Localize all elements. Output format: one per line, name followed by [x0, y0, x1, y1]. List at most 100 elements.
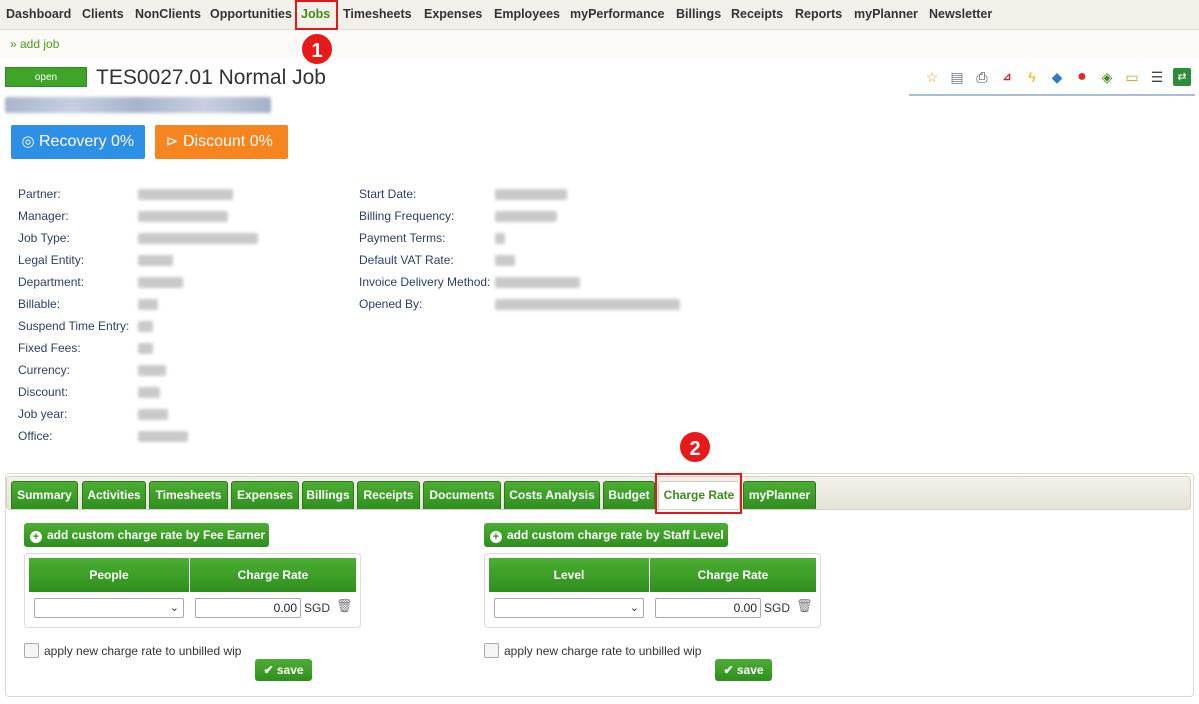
level-select[interactable]: ⌄: [494, 598, 644, 618]
staff-level-currency: SGD: [764, 601, 791, 615]
nav-opportunities[interactable]: Opportunities: [210, 7, 292, 21]
target-icon: ◎: [21, 133, 35, 150]
tab-timesheets[interactable]: Timesheets: [149, 481, 228, 509]
client-name-redacted: [5, 97, 271, 113]
col-level: Level: [489, 558, 649, 592]
label-discount: Discount:: [18, 385, 69, 399]
tab-budget[interactable]: Budget: [603, 481, 655, 509]
top-nav: Dashboard Clients NonClients Opportuniti…: [0, 0, 1199, 30]
label-manager: Manager:: [18, 209, 69, 223]
record-icon[interactable]: ●: [1073, 68, 1091, 86]
nav-receipts[interactable]: Receipts: [731, 7, 783, 21]
fee-earner-apply-checkbox[interactable]: [24, 643, 39, 658]
jobs-highlight-box: [295, 0, 338, 30]
label-fixed-fees: Fixed Fees:: [18, 341, 81, 355]
nav-billings[interactable]: Billings: [676, 7, 721, 21]
value-department-redacted: [138, 277, 183, 288]
save-label: save: [276, 663, 304, 677]
tab-costs-analysis[interactable]: Costs Analysis: [504, 481, 600, 509]
label-default-vat-rate: Default VAT Rate:: [359, 253, 454, 267]
label-payment-terms: Payment Terms:: [359, 231, 446, 245]
excel-icon[interactable]: ⇄: [1173, 68, 1191, 86]
nav-reports[interactable]: Reports: [795, 7, 842, 21]
nav-myperformance[interactable]: myPerformance: [570, 7, 665, 21]
staff-level-save-button[interactable]: ✔ save: [715, 659, 772, 681]
nav-expenses[interactable]: Expenses: [424, 7, 482, 21]
label-billing-frequency: Billing Frequency:: [359, 209, 455, 223]
value-legal-entity-redacted: [138, 255, 173, 266]
col-charge-rate: Charge Rate: [190, 558, 356, 592]
label-office: Office:: [18, 429, 53, 443]
annotation-marker-1: 1: [300, 32, 334, 66]
add-job-link[interactable]: » add job: [10, 37, 59, 51]
tab-expenses[interactable]: Expenses: [231, 481, 299, 509]
flash-icon[interactable]: ϟ: [1023, 68, 1041, 86]
value-currency-redacted: [138, 365, 166, 376]
label-opened-by: Opened By:: [359, 297, 423, 311]
fee-earner-currency: SGD: [304, 601, 331, 615]
plus-icon: +: [30, 531, 42, 543]
toolbar-divider: [909, 94, 1195, 96]
add-fee-earner-rate-button[interactable]: + add custom charge rate by Fee Earner: [24, 523, 269, 547]
people-select[interactable]: ⌄: [34, 598, 184, 618]
money-icon[interactable]: ◈: [1098, 68, 1116, 86]
staff-level-apply-checkbox[interactable]: [484, 643, 499, 658]
fee-earner-rate-input[interactable]: 0.00: [195, 598, 301, 618]
nav-myplanner[interactable]: myPlanner: [854, 7, 918, 21]
value-start-date-redacted: [495, 189, 567, 200]
label-currency: Currency:: [18, 363, 71, 377]
tag-icon: ⊳: [165, 133, 179, 150]
nav-dashboard[interactable]: Dashboard: [6, 7, 71, 21]
label-job-year: Job year:: [18, 407, 68, 421]
pdf-icon[interactable]: ⊿: [998, 68, 1016, 86]
star-icon[interactable]: ☆: [923, 68, 941, 86]
nav-clients[interactable]: Clients: [82, 7, 124, 21]
calendar-icon[interactable]: ▤: [948, 68, 966, 86]
annotation-marker-2: 2: [678, 430, 712, 464]
label-partner: Partner:: [18, 187, 61, 201]
value-job-year-redacted: [138, 409, 168, 420]
value-discount-redacted: [138, 387, 160, 398]
value-office-redacted: [138, 431, 188, 442]
fee-earner-apply-label: apply new charge rate to unbilled wip: [44, 644, 242, 658]
tab-activities[interactable]: Activities: [82, 481, 146, 509]
list-icon[interactable]: ☰: [1148, 68, 1166, 86]
trash-icon[interactable]: 🗑: [336, 598, 353, 614]
value-vat-rate-redacted: [495, 255, 515, 266]
chevron-down-icon: ⌄: [169, 602, 179, 614]
value-payment-terms-redacted: [495, 233, 505, 244]
value-job-type-redacted: [138, 233, 258, 244]
label-start-date: Start Date:: [359, 187, 417, 201]
discount-label: Discount 0%: [183, 133, 273, 150]
tab-documents[interactable]: Documents: [423, 481, 501, 509]
nav-nonclients[interactable]: NonClients: [135, 7, 201, 21]
discount-button[interactable]: ⊳ Discount 0%: [155, 125, 288, 159]
save-label: save: [736, 663, 764, 677]
nav-newsletter[interactable]: Newsletter: [929, 7, 992, 21]
staff-level-rate-input[interactable]: 0.00: [655, 598, 761, 618]
value-invoice-delivery-redacted: [495, 277, 580, 288]
label-job-type: Job Type:: [18, 231, 70, 245]
tab-billings[interactable]: Billings: [302, 481, 354, 509]
tab-myplanner[interactable]: myPlanner: [743, 481, 816, 509]
print-icon[interactable]: ⎙: [973, 68, 991, 86]
chevron-down-icon: ⌄: [629, 602, 639, 614]
nav-timesheets[interactable]: Timesheets: [343, 7, 412, 21]
plus-icon: +: [490, 531, 502, 543]
tab-summary[interactable]: Summary: [11, 481, 78, 509]
trash-icon[interactable]: 🗑: [796, 598, 813, 614]
tab-receipts[interactable]: Receipts: [357, 481, 420, 509]
report-icon[interactable]: ◆: [1048, 68, 1066, 86]
label-department: Department:: [18, 275, 85, 289]
value-fixed-fees-redacted: [138, 343, 153, 354]
staff-level-apply-label: apply new charge rate to unbilled wip: [504, 644, 702, 658]
recovery-button[interactable]: ◎ Recovery 0%: [11, 125, 145, 159]
label-suspend-time-entry: Suspend Time Entry:: [18, 319, 130, 333]
label-legal-entity: Legal Entity:: [18, 253, 85, 267]
fee-earner-save-button[interactable]: ✔ save: [255, 659, 312, 681]
nav-employees[interactable]: Employees: [494, 7, 560, 21]
value-suspend-redacted: [138, 321, 153, 332]
add-staff-level-rate-button[interactable]: + add custom charge rate by Staff Level: [484, 523, 728, 547]
note-icon[interactable]: ▭: [1123, 68, 1141, 86]
value-manager-redacted: [138, 211, 228, 222]
